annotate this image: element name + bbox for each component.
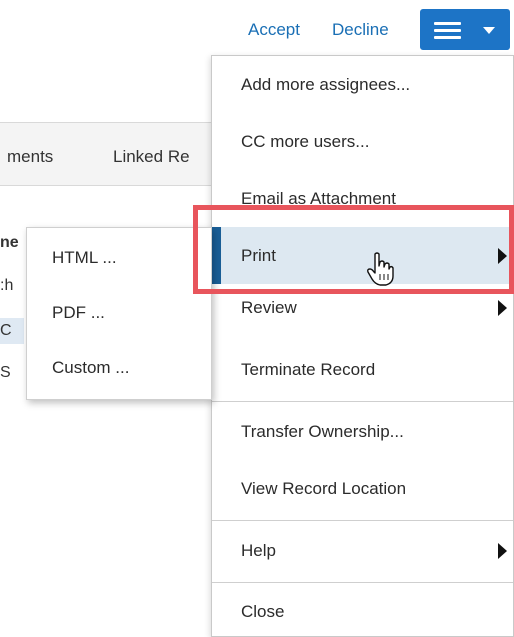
accept-link[interactable]: Accept [248,20,300,40]
record-tabs: ments Linked Re [0,122,212,186]
submenu-arrow-icon [498,543,507,559]
submenu-item-html[interactable]: HTML ... [52,248,117,268]
menu-item-terminate-record[interactable]: Terminate Record [212,341,513,398]
menu-divider [212,401,513,402]
table-cell-fragment: S [0,364,11,381]
menu-item-label: Close [241,602,285,621]
menu-item-label: Add more assignees... [241,75,411,94]
menu-item-close[interactable]: Close [212,583,513,637]
actions-menu-button[interactable] [420,9,510,50]
table-cell-fragment: :h [0,277,14,294]
menu-item-transfer-ownership[interactable]: Transfer Ownership... [212,403,513,460]
caret-down-icon [483,27,495,34]
menu-item-add-assignees[interactable]: Add more assignees... [212,56,513,113]
menu-item-label: Terminate Record [241,360,376,379]
menu-item-label: CC more users... [241,132,370,151]
table-header-fragment: ne [0,234,19,251]
hamburger-menu-icon [434,22,461,39]
tab-attachments[interactable]: ments [7,147,53,167]
menu-item-view-record-location[interactable]: View Record Location [212,460,513,517]
menu-item-label: Help [241,541,276,560]
menu-item-cc-users[interactable]: CC more users... [212,113,513,170]
menu-item-label: Review [241,298,297,317]
actions-dropdown-menu: Add more assignees... CC more users... E… [211,55,514,637]
print-submenu: HTML ... PDF ... Custom ... [26,227,212,400]
submenu-item-custom[interactable]: Custom ... [52,358,129,378]
table-cell-fragment: C [0,322,12,339]
highlight-box [193,205,514,294]
decline-link[interactable]: Decline [332,20,389,40]
menu-divider [212,520,513,521]
hand-pointer-icon [367,252,394,286]
menu-item-label: View Record Location [241,479,407,498]
submenu-item-pdf[interactable]: PDF ... [52,303,105,323]
submenu-arrow-icon [498,300,507,316]
tab-linked-records[interactable]: Linked Re [113,147,190,167]
menu-item-help[interactable]: Help [212,522,513,579]
menu-item-label: Transfer Ownership... [241,422,404,441]
